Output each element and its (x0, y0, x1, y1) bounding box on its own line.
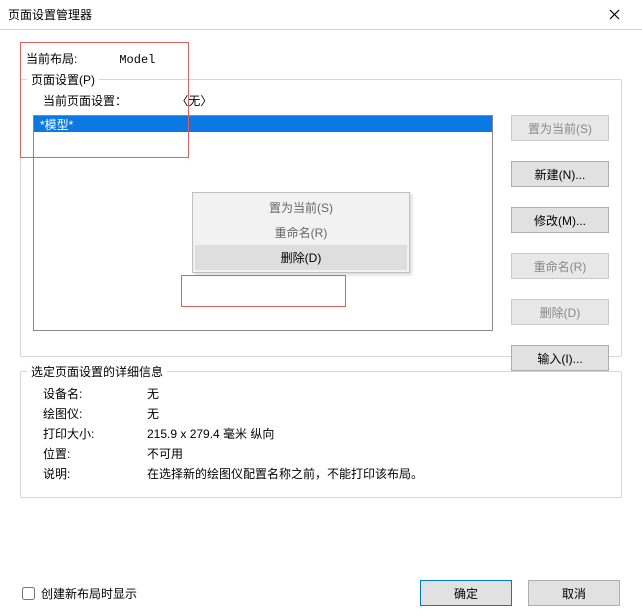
new-button[interactable]: 新建(N)... (511, 161, 609, 187)
ctx-set-current[interactable]: 置为当前(S) (195, 195, 407, 220)
detail-value: 无 (147, 405, 159, 422)
import-button[interactable]: 输入(I)... (511, 345, 609, 371)
detail-key: 绘图仪: (43, 405, 147, 422)
modify-button[interactable]: 修改(M)... (511, 207, 609, 233)
set-current-button[interactable]: 置为当前(S) (511, 115, 609, 141)
titlebar: 页面设置管理器 (0, 0, 642, 30)
current-layout-label: 当前布局: (26, 50, 116, 67)
detail-row-device: 设备名: 无 (43, 385, 609, 402)
detail-key: 位置: (43, 445, 147, 462)
checkbox-label: 创建新布局时显示 (41, 585, 137, 602)
window-title: 页面设置管理器 (8, 6, 594, 23)
detail-value: 在选择新的绘图仪配置名称之前，不能打印该布局。 (147, 465, 423, 482)
page-setup-group: 页面设置(P) 当前页面设置： 〈无〉 *模型* 置为当前(S) 重命名(R) … (20, 79, 622, 357)
current-setup-value: 〈无〉 (176, 94, 212, 108)
cancel-button[interactable]: 取消 (528, 580, 620, 606)
footer: 创建新布局时显示 确定 取消 (0, 580, 642, 606)
current-layout-row: 当前布局: Model (26, 50, 622, 67)
rename-button[interactable]: 重命名(R) (511, 253, 609, 279)
detail-key: 设备名: (43, 385, 147, 402)
checkbox-input[interactable] (22, 587, 35, 600)
ctx-rename[interactable]: 重命名(R) (195, 220, 407, 245)
current-layout-value: Model (119, 53, 155, 67)
page-setup-list[interactable]: *模型* 置为当前(S) 重命名(R) 删除(D) (33, 115, 493, 331)
ok-button[interactable]: 确定 (420, 580, 512, 606)
detail-row-desc: 说明: 在选择新的绘图仪配置名称之前，不能打印该布局。 (43, 465, 609, 482)
detail-key: 说明: (43, 465, 147, 482)
close-icon (609, 9, 620, 20)
current-setup-label: 当前页面设置： (43, 92, 173, 109)
detail-value: 无 (147, 385, 159, 402)
context-menu: 置为当前(S) 重命名(R) 删除(D) (192, 192, 410, 273)
detail-value: 215.9 x 279.4 毫米 纵向 (147, 425, 274, 442)
delete-button[interactable]: 删除(D) (511, 299, 609, 325)
details-group: 选定页面设置的详细信息 设备名: 无 绘图仪: 无 打印大小: 215.9 x … (20, 371, 622, 498)
show-on-new-layout-checkbox[interactable]: 创建新布局时显示 (22, 585, 137, 602)
current-setup-row: 当前页面设置： 〈无〉 (43, 92, 609, 109)
page-setup-legend: 页面设置(P) (27, 71, 99, 88)
close-button[interactable] (594, 1, 634, 29)
detail-value: 不可用 (147, 445, 183, 462)
list-item[interactable]: *模型* (34, 116, 492, 132)
detail-row-size: 打印大小: 215.9 x 279.4 毫米 纵向 (43, 425, 609, 442)
button-column: 置为当前(S) 新建(N)... 修改(M)... 重命名(R) 删除(D) 输… (511, 115, 609, 371)
detail-row-where: 位置: 不可用 (43, 445, 609, 462)
detail-key: 打印大小: (43, 425, 147, 442)
details-legend: 选定页面设置的详细信息 (27, 363, 167, 380)
ctx-delete[interactable]: 删除(D) (195, 245, 407, 270)
detail-row-plotter: 绘图仪: 无 (43, 405, 609, 422)
